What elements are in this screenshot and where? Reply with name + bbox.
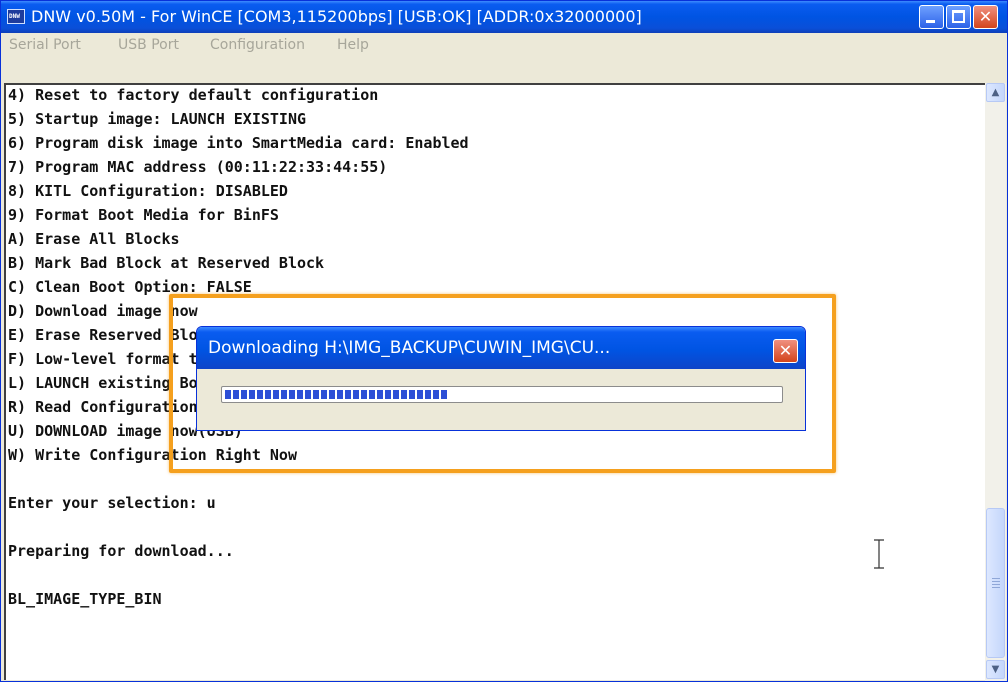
maximize-icon	[952, 10, 965, 23]
scroll-up-button[interactable]: ▲	[986, 83, 1005, 102]
scroll-down-icon: ▼	[991, 664, 1000, 675]
scroll-down-button[interactable]: ▼	[986, 660, 1005, 679]
dnw-window: DNW DNW v0.50M - For WinCE [COM3,115200b…	[0, 0, 1008, 682]
thumb-grip	[992, 578, 1000, 579]
close-icon: ✕	[978, 7, 993, 26]
maximize-button[interactable]	[946, 5, 971, 29]
menu-bar: Serial Port USB Port Configuration Help	[1, 33, 1007, 57]
menu-serial-port[interactable]: Serial Port	[9, 37, 81, 53]
terminal-line: BL_IMAGE_TYPE_BIN	[8, 590, 162, 608]
vertical-scrollbar[interactable]: ▲ ▼	[985, 83, 1006, 681]
terminal-line: Enter your selection: u	[8, 494, 216, 512]
window-title: DNW v0.50M - For WinCE [COM3,115200bps] …	[31, 7, 642, 26]
minimize-icon	[926, 20, 935, 23]
highlight-annotation	[169, 294, 836, 473]
terminal-line: Preparing for download...	[8, 542, 234, 560]
menu-usb-port[interactable]: USB Port	[118, 37, 179, 53]
terminal-line: A) Erase All Blocks	[8, 230, 180, 248]
app-icon[interactable]: DNW	[7, 9, 25, 24]
terminal-line: B) Mark Bad Block at Reserved Block	[8, 254, 325, 272]
minimize-button[interactable]	[919, 5, 944, 29]
menu-configuration[interactable]: Configuration	[210, 37, 305, 53]
scrollbar-thumb[interactable]	[986, 508, 1005, 658]
thumb-grip	[992, 581, 1000, 582]
terminal-line: 5) Startup image: LAUNCH EXISTING	[8, 110, 307, 128]
thumb-grip	[992, 584, 1000, 585]
menu-help[interactable]: Help	[337, 37, 369, 53]
terminal-line: 6) Program disk image into SmartMedia ca…	[8, 134, 469, 152]
title-bar[interactable]: DNW DNW v0.50M - For WinCE [COM3,115200b…	[1, 1, 1007, 33]
terminal-line: 8) KITL Configuration: DISABLED	[8, 182, 288, 200]
terminal-line: 9) Format Boot Media for BinFS	[8, 206, 279, 224]
text-cursor-icon	[874, 539, 884, 569]
terminal-line: 4) Reset to factory default configuratio…	[8, 86, 379, 104]
terminal-line: 7) Program MAC address (00:11:22:33:44:5…	[8, 158, 388, 176]
scroll-up-icon: ▲	[991, 87, 1000, 98]
close-button[interactable]: ✕	[973, 5, 998, 29]
thumb-grip	[992, 587, 1000, 588]
app-icon-label: DNW	[9, 13, 20, 20]
